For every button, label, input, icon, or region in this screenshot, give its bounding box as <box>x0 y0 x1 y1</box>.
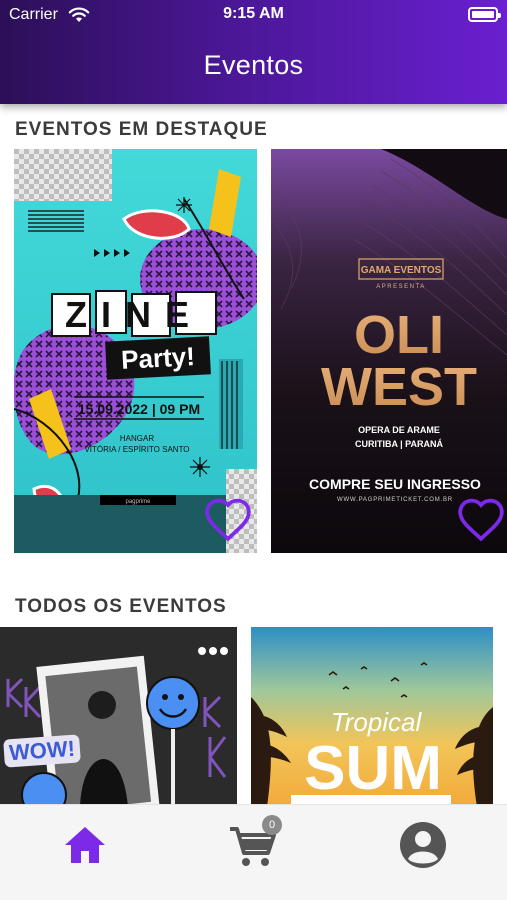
tropical-summer-poster: Tropical SUM <box>251 627 493 807</box>
bottom-tab-bar <box>0 804 507 900</box>
all-events-section-title: TODOS OS EVENTOS <box>15 596 227 617</box>
oli-artist-line2: WEST <box>321 357 477 417</box>
featured-event-card-zine-party[interactable]: ZINE Party! 15.09.2022 | 09 PM HANGAR VI… <box>14 149 257 553</box>
profile-icon[interactable] <box>395 817 451 873</box>
oli-website: WWW.PAGPRIMETICKET.COM.BR <box>337 497 453 503</box>
page-title: Eventos <box>203 50 304 80</box>
zine-headline: ZINE <box>65 294 203 335</box>
cart-count-badge: 0 <box>262 815 282 835</box>
home-icon[interactable] <box>57 817 113 873</box>
oli-west-poster: GAMA EVENTOS APRESENTA OLI WEST OPERA DE… <box>271 149 507 553</box>
zine-party-poster: ZINE Party! 15.09.2022 | 09 PM HANGAR VI… <box>14 149 257 553</box>
wow-poster: WOW! <box>0 627 237 807</box>
wow-sticker: WOW! <box>8 736 76 766</box>
event-card-tropical-summer[interactable]: Tropical SUM <box>251 627 493 807</box>
status-bar: Carrier 9:15 AM <box>0 0 507 32</box>
status-time: 9:15 AM <box>223 5 284 22</box>
oli-presents: APRESENTA <box>376 284 425 290</box>
featured-event-card-oli-west[interactable]: GAMA EVENTOS APRESENTA OLI WEST OPERA DE… <box>271 149 507 553</box>
app-header: Carrier 9:15 AM Eventos <box>0 0 507 104</box>
battery-icon <box>468 7 501 22</box>
oli-location: CURITIBA | PARANÁ <box>355 439 444 449</box>
event-card-wow[interactable]: WOW! <box>0 627 237 807</box>
zine-date: 15.09.2022 | 09 PM <box>78 401 200 417</box>
oli-artist-line1: OLI <box>354 305 444 365</box>
zine-subheadline: Party! <box>120 341 195 375</box>
featured-section-title: EVENTOS EM DESTAQUE <box>15 119 268 140</box>
oli-cta: COMPRE SEU INGRESSO <box>309 476 481 492</box>
summer-headline: SUM <box>304 734 442 803</box>
favorite-heart-icon[interactable] <box>203 496 253 542</box>
summer-script: Tropical <box>331 707 423 737</box>
oli-venue: OPERA DE ARAME <box>358 425 440 435</box>
favorite-heart-icon[interactable] <box>456 496 506 542</box>
zine-venue: HANGAR <box>120 434 154 443</box>
oli-organizer: GAMA EVENTOS <box>361 265 442 276</box>
zine-location: VITÓRIA / ESPÍRITO SANTO <box>84 445 189 454</box>
zine-footer: pagprime <box>125 499 151 505</box>
